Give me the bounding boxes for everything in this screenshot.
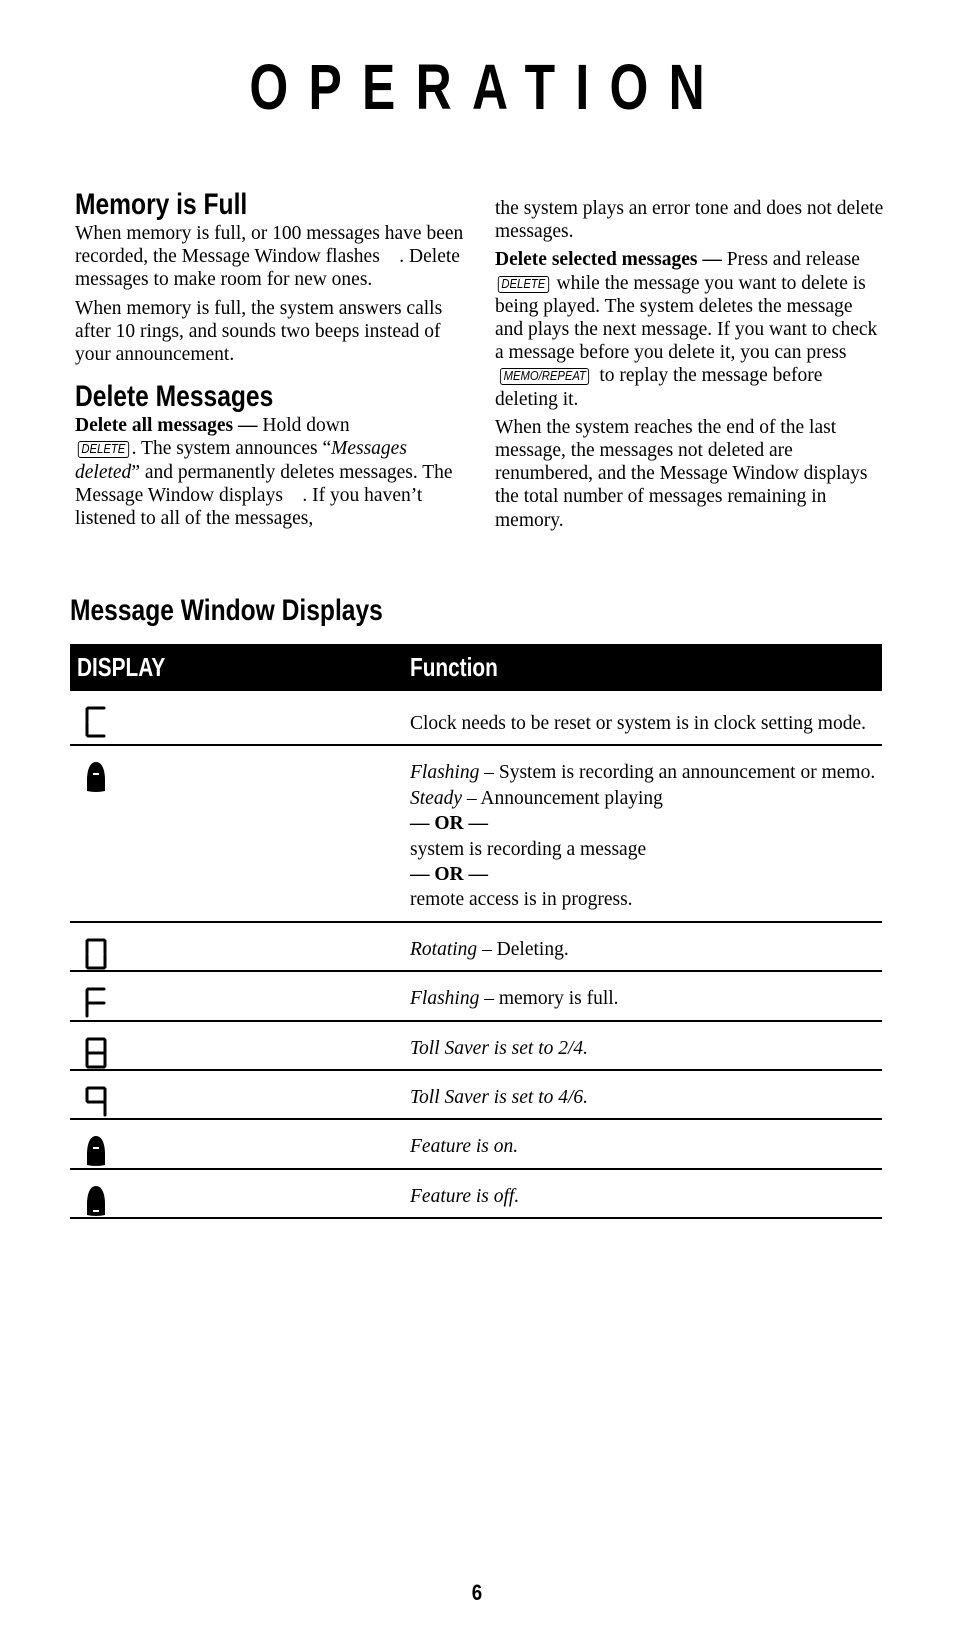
segment-0-icon [82,937,112,971]
segment-c-icon [82,705,112,739]
message-window-displays-table: DISPLAY Function Clock needs to be reset… [70,644,882,1220]
dash-mark [93,773,99,776]
table-row: Rotating – Deleting. [70,923,882,973]
function-cell: Rotating – Deleting. [410,923,882,970]
function-text: system is recording a message [410,838,647,860]
delete-all-label: Delete all messages — [75,415,258,437]
function-line: system is recording a message [410,837,882,862]
function-line: Toll Saver is set to 2/4. [410,1036,882,1061]
dash-mark [93,1147,99,1150]
function-text: – Deleting. [477,938,569,960]
table-row: Toll Saver is set to 2/4. [70,1022,882,1072]
function-text: – System is recording an announcement or… [479,762,876,784]
segment-9-icon [82,1085,112,1119]
bullet-bottom-dash-icon [82,1184,112,1218]
function-line: Rotating – Deleting. [410,937,882,962]
function-text: Clock needs to be reset or system is in … [410,713,866,734]
function-cell: Feature is on. [410,1120,882,1167]
function-line: remote access is in progress. [410,887,882,912]
function-text: — OR — [410,864,488,886]
page-number: 6 [471,1580,483,1605]
function-cell: Toll Saver is set to 4/6. [410,1071,882,1118]
table-row: Toll Saver is set to 4/6. [70,1071,882,1121]
function-cell: Feature is off. [410,1170,882,1217]
function-cell: Flashing – System is recording an announ… [410,746,882,920]
function-text: Flashing [410,762,480,784]
delete-all-text-1: Hold down [257,415,350,437]
bullet-top-dash-icon [82,760,112,794]
function-line: Clock needs to be reset or system is in … [410,711,882,736]
table-row: Flashing – memory is full. [70,972,882,1022]
function-text: Toll Saver is set to 2/4. [410,1037,589,1059]
delete-key-icon: DELETE [77,441,129,459]
function-text: Feature is off. [410,1185,520,1207]
table-title: Message Window Displays [70,594,383,627]
function-text: Steady [410,787,462,809]
right-column: the system plays an error tone and does … [495,197,885,537]
function-line: — OR — [410,862,882,887]
function-text: — OR — [410,813,488,835]
function-cell: Toll Saver is set to 2/4. [410,1022,882,1069]
bullet-shape [87,762,105,793]
table-row: Clock needs to be reset or system is in … [70,691,882,747]
function-text: – memory is full. [479,988,619,1010]
function-line: Feature is off. [410,1184,882,1209]
delete-key-icon: DELETE [497,275,549,293]
table-body: Clock needs to be reset or system is in … [70,691,882,1220]
table-header: DISPLAY Function [70,644,882,691]
function-text: remote access is in progress. [410,889,633,911]
function-line: Feature is on. [410,1134,882,1159]
function-text: Rotating [410,938,478,960]
header-display: DISPLAY [77,652,166,682]
end-para: When the system reaches the end of the l… [495,416,868,531]
function-line: Steady – Announcement playing [410,786,882,811]
function-line: Flashing – System is recording an announ… [410,760,882,785]
delete-all-text-2: . The system announces “ [131,438,332,460]
bullet-shape [87,1136,105,1167]
function-line: — OR — [410,811,882,836]
segment-f-icon [82,986,112,1020]
table-row: Feature is off. [70,1170,882,1220]
function-text: – Announcement playing [461,787,663,809]
function-text: Flashing [410,988,480,1010]
header-function: Function [410,652,498,682]
memory-full-heading: Memory is Full [75,188,248,221]
left-column: Memory is Full When memory is full, or 1… [75,188,475,535]
delete-selected-text-2: while the message you want to delete is … [495,272,878,364]
dash-mark [93,1209,99,1212]
continuation-para: the system plays an error tone and does … [495,198,884,243]
function-text: Feature is on. [410,1136,519,1158]
memo-repeat-key-icon: MEMO/REPEAT [499,368,590,386]
table-row: Feature is on. [70,1120,882,1170]
function-cell: Clock needs to be reset or system is in … [410,691,882,744]
memory-full-para-2: When memory is full, the system answers … [75,297,443,366]
delete-selected-text-1: Press and release [721,249,860,271]
function-cell: Flashing – memory is full. [410,972,882,1019]
delete-all-text-3: ” and permanently deletes messages. The … [75,461,453,530]
delete-messages-heading: Delete Messages [75,380,274,414]
function-text: Toll Saver is set to 4/6. [410,1087,589,1109]
segment-8-icon [82,1036,112,1070]
table-row: Flashing – System is recording an announ… [70,746,882,923]
delete-all-para: Delete all messages — Hold down DELETE. … [75,414,475,530]
bullet-top-dash-icon [82,1134,112,1168]
function-line: Flashing – memory is full. [410,986,882,1011]
page-title: OPERATION [249,51,725,123]
memory-full-para-1: When memory is full, or 100 messages hav… [75,223,464,291]
delete-selected-para: Delete selected messages — Press and rel… [495,248,885,410]
function-line: Toll Saver is set to 4/6. [410,1085,882,1110]
delete-selected-label: Delete selected messages — [495,249,722,271]
